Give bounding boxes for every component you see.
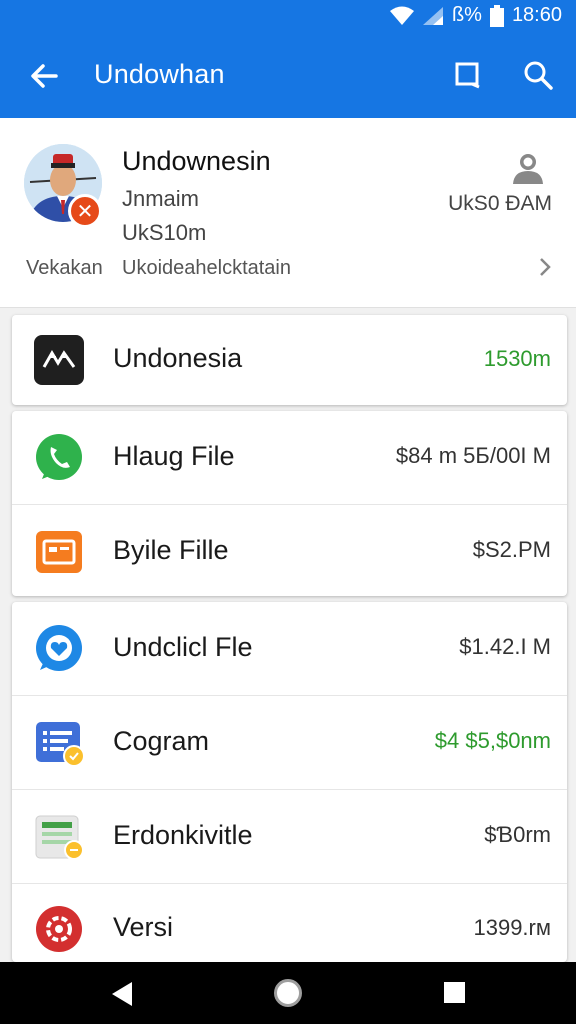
nav-home-icon[interactable] bbox=[274, 979, 302, 1007]
list-item[interactable]: Cogram $4 $5,$0nm bbox=[12, 695, 567, 789]
clock: 18:60 bbox=[511, 4, 562, 26]
item-value: $1.42.I M bbox=[459, 634, 551, 659]
item-value: $4 $5,$0nm bbox=[434, 728, 551, 753]
list-app-icon bbox=[36, 722, 84, 767]
nav-back-icon[interactable] bbox=[110, 981, 134, 1007]
person-icon[interactable] bbox=[510, 150, 546, 186]
list-group-1: Undonesia 1530m bbox=[12, 315, 567, 405]
item-value: $Ɓ0rm bbox=[484, 822, 551, 847]
nav-recents-icon[interactable] bbox=[444, 982, 465, 1003]
back-arrow-icon[interactable] bbox=[26, 58, 62, 94]
search-icon[interactable] bbox=[522, 59, 554, 91]
system-nav-bar bbox=[0, 962, 576, 1024]
profile-subtitle-1: Jnmaim bbox=[122, 186, 200, 211]
battery-icon bbox=[489, 4, 504, 27]
chat-phone-icon bbox=[36, 434, 82, 480]
item-label: Undonesia bbox=[113, 343, 243, 373]
item-label: Undclicl Fle bbox=[113, 632, 253, 662]
app-logo-icon bbox=[34, 335, 84, 385]
wifi-icon bbox=[389, 6, 414, 25]
list-item[interactable]: Byile Fille $S2.PM bbox=[12, 504, 567, 598]
item-label: Hlaug File bbox=[113, 441, 235, 471]
red-gear-icon bbox=[36, 906, 82, 952]
list-group-3: Undclicl Fle $1.42.I M Cogram $4 $5,$0nm… bbox=[12, 602, 567, 962]
item-value: $84 m 5Б/00I M bbox=[395, 443, 551, 468]
profile-footer-label: Vekakan bbox=[26, 257, 103, 279]
profile-name: Undownesin bbox=[122, 146, 271, 176]
page-title: Undowhan bbox=[94, 59, 225, 89]
app-bar: Undowhan bbox=[0, 32, 576, 118]
profile-time: UkS0 ÐAM bbox=[448, 192, 552, 215]
list-group-2: Hlaug File $84 m 5Б/00I M Byile Fille $S… bbox=[12, 411, 567, 596]
messenger-icon bbox=[36, 625, 82, 671]
crop-square-icon[interactable] bbox=[452, 59, 484, 91]
battery-text: ß% bbox=[451, 4, 482, 26]
signal-icon bbox=[422, 6, 443, 25]
item-label: Versi bbox=[113, 912, 174, 942]
item-value: 1399.rм bbox=[473, 915, 551, 940]
list-item[interactable]: Erdonkivitle $Ɓ0rm bbox=[12, 789, 567, 883]
item-value: 1530m bbox=[483, 346, 551, 371]
item-label: Erdonkivitle bbox=[113, 820, 253, 850]
chevron-right-icon[interactable] bbox=[532, 254, 558, 280]
item-label: Byile Fille bbox=[113, 535, 229, 565]
profile-card[interactable]: ✕ Undownesin Jnmaim UkS10m UkS0 ÐAM Veka… bbox=[0, 118, 576, 308]
list-item[interactable]: Undclicl Fle $1.42.I M bbox=[12, 602, 567, 696]
profile-footer-text: Ukoideahelcktatain bbox=[122, 257, 291, 279]
list-item[interactable]: Hlaug File $84 m 5Б/00I M bbox=[12, 411, 567, 505]
error-badge-icon: ✕ bbox=[68, 194, 102, 228]
briefcase-icon bbox=[36, 531, 82, 573]
spreadsheet-icon bbox=[35, 815, 84, 860]
item-value: $S2.PM bbox=[472, 537, 551, 562]
status-bar: ß% 18:60 bbox=[0, 0, 576, 32]
list-item[interactable]: Undonesia 1530m bbox=[12, 315, 567, 405]
item-label: Cogram bbox=[113, 726, 210, 756]
profile-subtitle-2: UkS10m bbox=[122, 220, 207, 245]
